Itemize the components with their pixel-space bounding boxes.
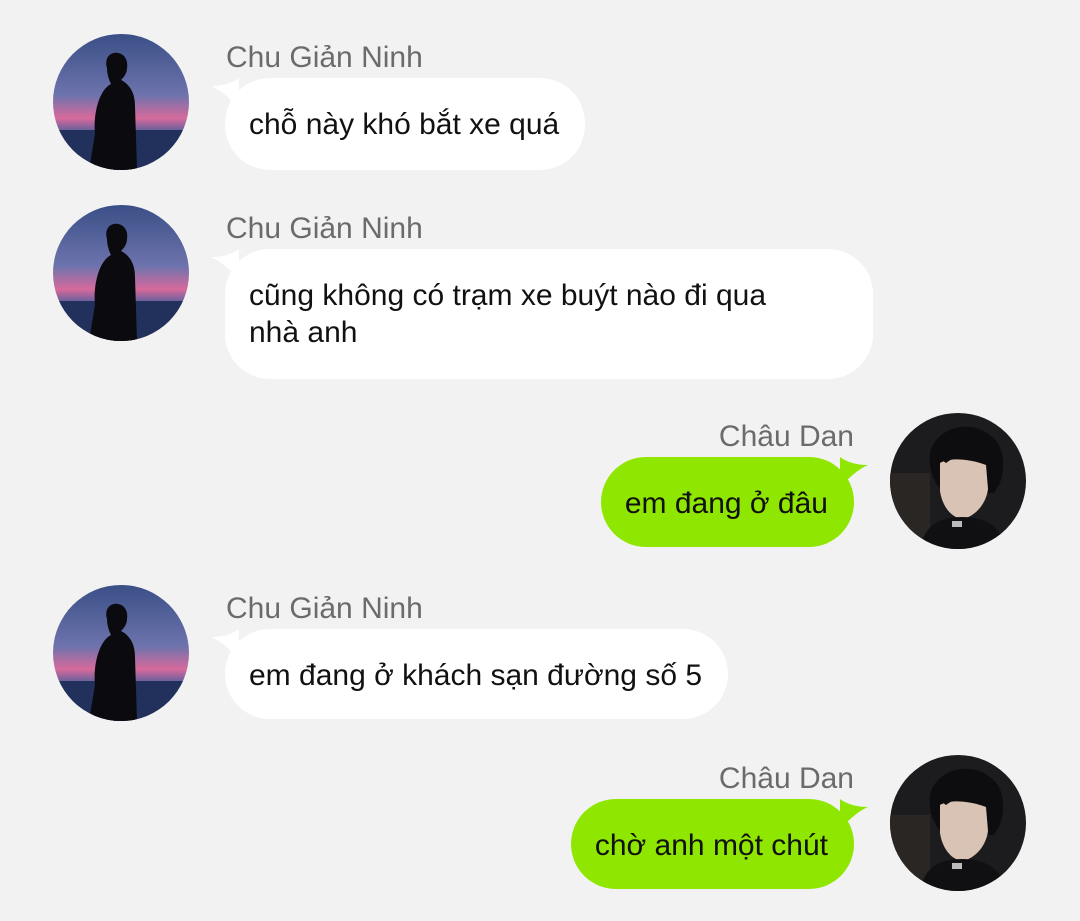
bubble-tail-icon [840, 799, 868, 829]
bubble-tail-icon [211, 78, 239, 108]
message-text: em đang ở đâu [624, 487, 828, 520]
message-text: chờ anh một chút [594, 829, 828, 862]
message-text: chỗ này khó bắt xe quá [249, 108, 560, 141]
message-row: Châu Dan em đang ở đâu [0, 413, 1080, 553]
silhouette-at-sunset-avatar [53, 205, 189, 341]
message-row: Châu Dan chờ anh một chút [0, 755, 1080, 895]
silhouette-at-sunset-avatar [53, 34, 189, 170]
sender-name: Châu Dan [718, 762, 854, 795]
bubble-tail-icon [211, 249, 239, 279]
silhouette-at-sunset-avatar [53, 585, 189, 721]
sender-name: Châu Dan [718, 420, 854, 453]
dark-haired-portrait-avatar [890, 413, 1026, 549]
avatar[interactable] [890, 755, 1026, 891]
sender-name: Chu Giản Ninh [226, 592, 423, 625]
avatar[interactable] [53, 585, 189, 721]
sender-name: Chu Giản Ninh [226, 212, 423, 245]
avatar[interactable] [53, 205, 189, 341]
message-row: Chu Giản Ninh em đang ở khách sạn đường … [0, 585, 1080, 725]
avatar[interactable] [53, 34, 189, 170]
bubble-tail-icon [840, 457, 868, 487]
dark-haired-portrait-avatar [890, 755, 1026, 891]
message-bubble[interactable]: em đang ở đâu [600, 457, 868, 547]
message-bubble[interactable]: em đang ở khách sạn đường số 5 [211, 629, 729, 719]
avatar[interactable] [890, 413, 1026, 549]
message-text: cũng không có trạm xe buýt nào đi qua nh… [249, 279, 767, 349]
message-row: Chu Giản Ninh chỗ này khó bắt xe quá [0, 34, 1080, 174]
message-text: em đang ở khách sạn đường số 5 [249, 659, 703, 692]
message-bubble[interactable]: cũng không có trạm xe buýt nào đi qua nh… [211, 249, 873, 379]
message-row: Chu Giản Ninh cũng không có trạm xe buýt… [0, 205, 1080, 380]
sender-name: Chu Giản Ninh [226, 41, 423, 74]
message-bubble[interactable]: chờ anh một chút [570, 799, 868, 889]
message-bubble[interactable]: chỗ này khó bắt xe quá [211, 78, 586, 170]
bubble-tail-icon [211, 629, 239, 659]
